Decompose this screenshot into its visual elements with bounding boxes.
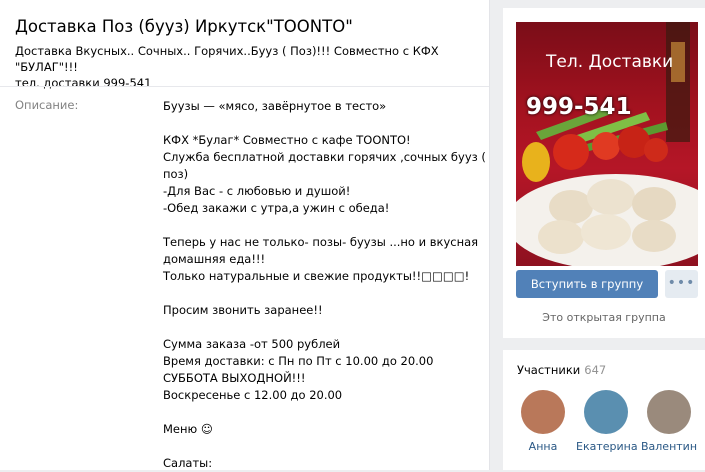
members-label: Участники xyxy=(517,363,581,377)
status-line: Доставка Вкусных.. Сочных.. Горячих..Буу… xyxy=(15,44,439,74)
description-line: Время доставки: с Пн по Пт с 10.00 до 20… xyxy=(163,354,434,368)
description-line: Служба бесплатной доставки горячих ,сочн… xyxy=(163,150,486,164)
group-cover-image[interactable]: Тел. Доставки 999-541 xyxy=(516,22,698,266)
member-item[interactable]: Анна xyxy=(513,390,573,453)
description-line: -Для Вас - с любовью и душой! xyxy=(163,184,351,198)
avatar[interactable] xyxy=(647,390,691,434)
group-side-card: Тел. Доставки 999-541 Вступить в группу … xyxy=(503,8,705,338)
description-text: Буузы — «мясо, завёрнутое в тесто» КФХ *Б… xyxy=(163,98,486,472)
group-type-text: Это открытая группа xyxy=(542,311,666,324)
description-label: Описание: xyxy=(15,98,79,112)
status-line: тел. доставки 999-541 xyxy=(15,76,152,90)
description-line xyxy=(163,285,483,302)
description-line xyxy=(163,404,483,421)
member-name[interactable]: Анна xyxy=(513,440,573,453)
description-line: Меню ☺ xyxy=(163,422,213,436)
group-header: Доставка Поз (бууз) Иркутск"TOONTO" Дост… xyxy=(0,0,489,91)
cover-title: Тел. Доставки xyxy=(546,52,674,72)
member-item[interactable]: Валентин xyxy=(639,390,699,453)
member-name[interactable]: Валентин xyxy=(639,440,699,453)
description-line xyxy=(163,319,483,336)
description-line: КФХ *Булаг* Совместно с кафе TOONTO! xyxy=(163,133,411,147)
description-line xyxy=(163,115,483,132)
avatar[interactable] xyxy=(521,390,565,434)
description-line: Теперь у нас не только- позы- буузы ...н… xyxy=(163,235,479,249)
members-header[interactable]: Участники 647 xyxy=(517,363,606,377)
member-name[interactable]: Екатерина xyxy=(576,440,638,453)
header-divider xyxy=(0,86,489,87)
group-status: Доставка Вкусных.. Сочных.. Горячих..Буу… xyxy=(15,43,474,91)
description-line: Буузы — «мясо, завёрнутое в тесто» xyxy=(163,99,387,113)
members-card: Участники 647 Анна Екатерина Валентин xyxy=(503,350,705,470)
description-line xyxy=(163,217,483,234)
description-line: Только натуральные и свежие продукты!!□□… xyxy=(163,269,470,283)
description-line xyxy=(163,438,483,455)
description-line: поз) xyxy=(163,167,189,181)
group-title: Доставка Поз (бууз) Иркутск"TOONTO" xyxy=(15,17,353,36)
cover-phone: 999-541 xyxy=(526,94,632,120)
description-line: домашняя еда!!! xyxy=(163,252,266,266)
description-line: -Обед закажи с утра,а ужин с обеда! xyxy=(163,201,390,215)
members-count: 647 xyxy=(584,363,607,377)
description-line: Сумма заказа -от 500 рублей xyxy=(163,337,341,351)
avatar[interactable] xyxy=(584,390,628,434)
description-line: Воскресенье с 12.00 до 20.00 xyxy=(163,388,343,402)
member-item[interactable]: Екатерина xyxy=(576,390,638,453)
description-line: Просим звонить заранее!! xyxy=(163,303,323,317)
description-line: СУББОТА ВЫХОДНОЙ!!! xyxy=(163,371,306,385)
group-main-card: Доставка Поз (бууз) Иркутск"TOONTO" Дост… xyxy=(0,0,490,470)
join-group-button[interactable]: Вступить в группу xyxy=(516,270,658,298)
description-line: Салаты: xyxy=(163,456,213,470)
more-actions-button[interactable]: ••• xyxy=(665,270,698,298)
